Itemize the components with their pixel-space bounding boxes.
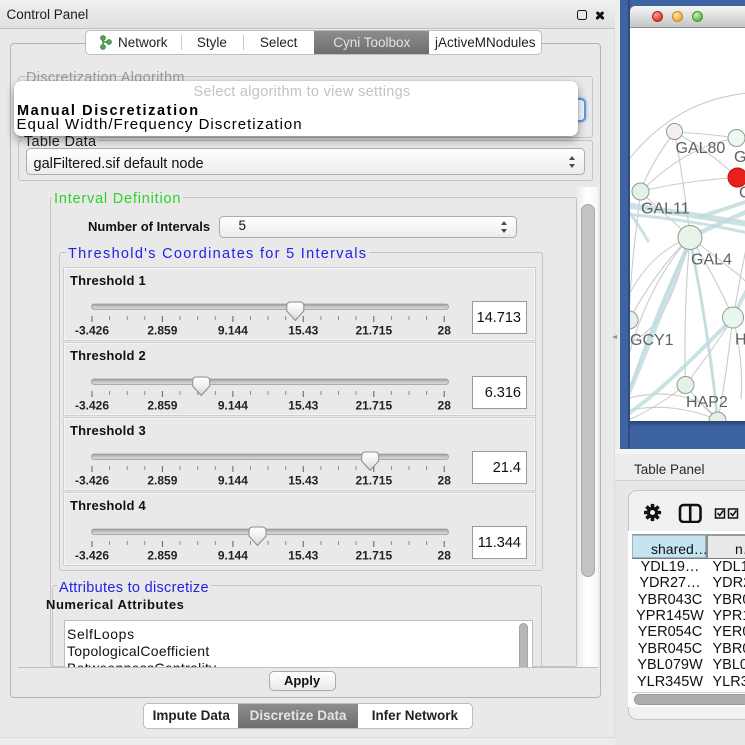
svg-text:HAP2: HAP2 <box>686 394 728 411</box>
svg-text:-3.426: -3.426 <box>74 549 108 563</box>
svg-text:GAL80: GAL80 <box>676 140 726 157</box>
svg-text:GAL4: GAL4 <box>691 251 732 268</box>
svg-text:2.859: 2.859 <box>147 474 177 488</box>
svg-text:C: C <box>739 184 745 201</box>
svg-text:2.859: 2.859 <box>147 324 177 338</box>
svg-text:-3.426: -3.426 <box>74 324 108 338</box>
svg-text:9.144: 9.144 <box>217 474 247 488</box>
svg-text:GA: GA <box>734 149 745 166</box>
svg-text:HA: HA <box>735 331 745 348</box>
svg-text:9.144: 9.144 <box>217 324 247 338</box>
svg-text:28: 28 <box>437 324 451 338</box>
svg-text:-3.426: -3.426 <box>74 474 108 488</box>
svg-text:2.859: 2.859 <box>147 549 177 563</box>
svg-text:21.715: 21.715 <box>355 474 392 488</box>
svg-text:-3.426: -3.426 <box>74 399 108 413</box>
svg-text:28: 28 <box>437 474 451 488</box>
svg-text:15.43: 15.43 <box>288 324 318 338</box>
svg-text:15.43: 15.43 <box>288 399 318 413</box>
svg-text:2.859: 2.859 <box>147 399 177 413</box>
svg-text:21.715: 21.715 <box>355 324 392 338</box>
svg-text:9.144: 9.144 <box>217 549 247 563</box>
svg-text:21.715: 21.715 <box>355 549 392 563</box>
svg-text:GCY1: GCY1 <box>630 332 674 349</box>
svg-text:28: 28 <box>437 549 451 563</box>
svg-text:15.43: 15.43 <box>288 474 318 488</box>
svg-text:15.43: 15.43 <box>288 549 318 563</box>
svg-text:21.715: 21.715 <box>355 399 392 413</box>
svg-text:GAL11: GAL11 <box>641 200 690 217</box>
svg-text:28: 28 <box>437 399 451 413</box>
svg-text:9.144: 9.144 <box>217 399 247 413</box>
